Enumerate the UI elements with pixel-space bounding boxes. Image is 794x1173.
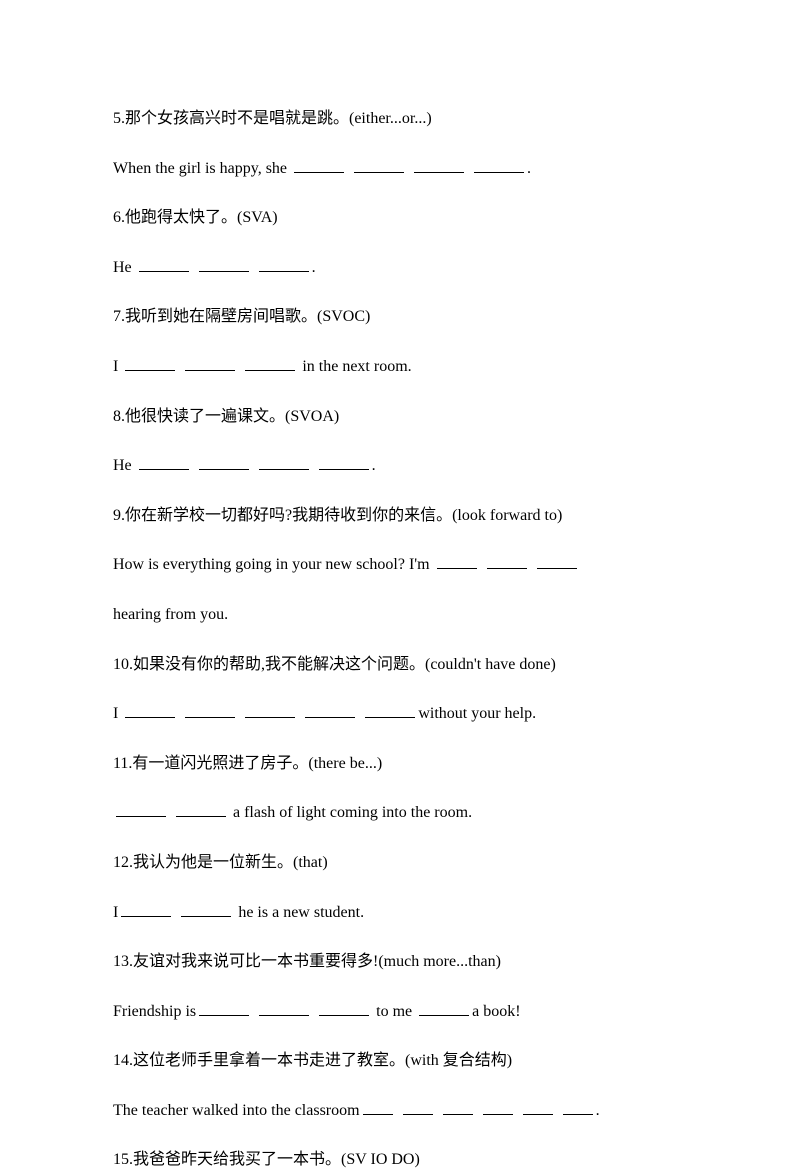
- blank[interactable]: [419, 999, 469, 1016]
- q8-answer: He .: [113, 453, 681, 479]
- q11-post: a flash of light coming into the room.: [229, 804, 472, 821]
- q12-post: he is a new student.: [234, 904, 364, 921]
- q8-pre: He: [113, 457, 136, 474]
- blank[interactable]: [176, 800, 226, 817]
- blank[interactable]: [125, 354, 175, 371]
- q10-post: without your help.: [418, 705, 536, 722]
- q8-post: .: [372, 457, 376, 474]
- blank[interactable]: [139, 453, 189, 470]
- q11-answer: a flash of light coming into the room.: [113, 800, 681, 826]
- q7-post: in the next room.: [298, 358, 411, 375]
- blank[interactable]: [116, 800, 166, 817]
- q14-prompt: 14.这位老师手里拿着一本书走进了教室。(with 复合结构): [113, 1048, 681, 1074]
- q12-prompt: 12.我认为他是一位新生。(that): [113, 850, 681, 876]
- q10-pre: I: [113, 705, 122, 722]
- blank[interactable]: [294, 156, 344, 173]
- blank[interactable]: [181, 900, 231, 917]
- blank[interactable]: [259, 999, 309, 1016]
- q9-pre: How is everything going in your new scho…: [113, 556, 434, 573]
- blank[interactable]: [474, 156, 524, 173]
- blank[interactable]: [319, 453, 369, 470]
- q7-pre: I: [113, 358, 122, 375]
- blank[interactable]: [259, 255, 309, 272]
- q11-prompt: 11.有一道闪光照进了房子。(there be...): [113, 751, 681, 777]
- blank[interactable]: [483, 1098, 513, 1115]
- blank[interactable]: [523, 1098, 553, 1115]
- q6-answer: He .: [113, 255, 681, 281]
- blank[interactable]: [363, 1098, 393, 1115]
- blank[interactable]: [443, 1098, 473, 1115]
- q9-answer-1: How is everything going in your new scho…: [113, 552, 681, 578]
- blank[interactable]: [437, 552, 477, 569]
- blank[interactable]: [537, 552, 577, 569]
- q5-post: .: [527, 160, 531, 177]
- blank[interactable]: [414, 156, 464, 173]
- blank[interactable]: [259, 453, 309, 470]
- blank[interactable]: [139, 255, 189, 272]
- blank[interactable]: [403, 1098, 433, 1115]
- q9-answer-2: hearing from you.: [113, 602, 681, 628]
- blank[interactable]: [199, 453, 249, 470]
- q6-post: .: [312, 259, 316, 276]
- blank[interactable]: [245, 701, 295, 718]
- q7-answer: I in the next room.: [113, 354, 681, 380]
- q9-prompt: 9.你在新学校一切都好吗?我期待收到你的来信。(look forward to): [113, 503, 681, 529]
- q10-prompt: 10.如果没有你的帮助,我不能解决这个问题。(couldn't have don…: [113, 652, 681, 678]
- blank[interactable]: [563, 1098, 593, 1115]
- q6-prompt: 6.他跑得太快了。(SVA): [113, 205, 681, 231]
- blank[interactable]: [245, 354, 295, 371]
- q14-post: .: [596, 1102, 600, 1119]
- blank[interactable]: [487, 552, 527, 569]
- q5-answer: When the girl is happy, she .: [113, 156, 681, 182]
- blank[interactable]: [319, 999, 369, 1016]
- blank[interactable]: [354, 156, 404, 173]
- q15-prompt: 15.我爸爸昨天给我买了一本书。(SV IO DO): [113, 1147, 681, 1173]
- q8-prompt: 8.他很快读了一遍课文。(SVOA): [113, 404, 681, 430]
- blank[interactable]: [199, 255, 249, 272]
- q10-answer: I without your help.: [113, 701, 681, 727]
- q13-post: a book!: [472, 1003, 520, 1020]
- blank[interactable]: [199, 999, 249, 1016]
- blank[interactable]: [365, 701, 415, 718]
- q6-pre: He: [113, 259, 136, 276]
- q14-answer: The teacher walked into the classroom .: [113, 1098, 681, 1124]
- q13-pre: Friendship is: [113, 1003, 196, 1020]
- q14-pre: The teacher walked into the classroom: [113, 1102, 360, 1119]
- blank[interactable]: [121, 900, 171, 917]
- blank[interactable]: [305, 701, 355, 718]
- blank[interactable]: [185, 701, 235, 718]
- q13-prompt: 13.友谊对我来说可比一本书重要得多!(much more...than): [113, 949, 681, 975]
- q13-answer: Friendship is to me a book!: [113, 999, 681, 1025]
- q5-prompt: 5.那个女孩高兴时不是唱就是跳。(either...or...): [113, 106, 681, 132]
- q12-answer: I he is a new student.: [113, 900, 681, 926]
- blank[interactable]: [185, 354, 235, 371]
- q13-mid: to me: [372, 1003, 416, 1020]
- q12-pre: I: [113, 904, 118, 921]
- blank[interactable]: [125, 701, 175, 718]
- q5-pre: When the girl is happy, she: [113, 160, 291, 177]
- q7-prompt: 7.我听到她在隔壁房间唱歌。(SVOC): [113, 304, 681, 330]
